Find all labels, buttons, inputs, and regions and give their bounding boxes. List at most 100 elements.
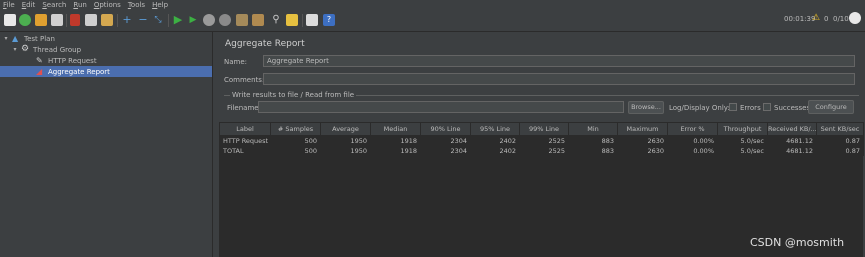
menu-bar: File Edit Search Run Options Tools Help xyxy=(0,0,865,10)
table-cell: 500 xyxy=(270,145,321,156)
table-cell: 1950 xyxy=(320,135,371,146)
column-header[interactable]: Maximum xyxy=(617,122,668,136)
successes-label: Successes xyxy=(774,104,811,112)
column-header[interactable]: Median xyxy=(370,122,421,136)
save-icon[interactable] xyxy=(51,14,63,26)
browse-button[interactable]: Browse... xyxy=(628,101,664,114)
column-header[interactable]: Throughput xyxy=(717,122,768,136)
open-icon[interactable] xyxy=(35,14,47,26)
chevron-down-icon[interactable]: ▾ xyxy=(3,35,9,42)
table-cell: 0.00% xyxy=(667,145,718,156)
column-header[interactable]: 99% Line xyxy=(519,122,569,136)
collapse-icon[interactable]: − xyxy=(137,14,149,26)
errors-label: Errors xyxy=(740,104,761,112)
configure-button[interactable]: Configure xyxy=(808,100,854,114)
menu-run[interactable]: Run xyxy=(73,1,86,9)
menu-file[interactable]: File xyxy=(3,1,15,9)
start-icon[interactable]: ▶ xyxy=(172,14,184,26)
tree-item-label: Test Plan xyxy=(24,34,55,43)
menu-tools[interactable]: Tools xyxy=(128,1,145,9)
menu-edit[interactable]: Edit xyxy=(22,1,36,9)
search-icon[interactable]: ⚲ xyxy=(270,14,282,26)
table-cell: 883 xyxy=(568,145,618,156)
table-cell: 2630 xyxy=(617,135,668,146)
table-cell: 2402 xyxy=(470,135,520,146)
shutdown-icon[interactable] xyxy=(219,14,231,26)
thread-count: 0/10 xyxy=(833,15,849,23)
start-no-pauses-icon[interactable]: ▶ xyxy=(187,14,199,26)
tree-item-http-request[interactable]: ✎ HTTP Request xyxy=(36,55,97,66)
comments-label: Comments: xyxy=(224,76,265,84)
menu-options[interactable]: Options xyxy=(94,1,121,9)
column-header[interactable]: Label xyxy=(219,122,271,136)
column-header[interactable]: Sent KB/sec xyxy=(816,122,864,136)
watermark: CSDN @mosmith xyxy=(750,236,845,249)
table-cell: 0.87 xyxy=(816,145,864,156)
table-cell: 0.00% xyxy=(667,135,718,146)
stop-icon[interactable] xyxy=(203,14,215,26)
help-icon[interactable]: ? xyxy=(323,14,335,26)
table-cell: 2304 xyxy=(420,145,471,156)
comments-field[interactable] xyxy=(263,73,855,85)
menu-search[interactable]: Search xyxy=(42,1,66,9)
table-cell: 883 xyxy=(568,135,618,146)
toolbar-separator xyxy=(302,14,303,27)
toolbar-separator xyxy=(66,14,67,27)
table-row[interactable]: HTTP Request 500 1950 1918 2304 2402 252… xyxy=(219,135,864,146)
toolbar: + − ⤡ ▶ ▶ ⚲ ? 00:01:39 ⚠ 0 0/10 xyxy=(0,10,865,32)
tree-item-aggregate-report[interactable]: ◢ Aggregate Report xyxy=(0,66,212,77)
table-cell: TOTAL xyxy=(219,145,271,156)
clear-icon[interactable] xyxy=(236,14,248,26)
filename-field[interactable] xyxy=(258,101,624,113)
successes-checkbox[interactable] xyxy=(763,103,771,111)
paste-icon[interactable] xyxy=(101,14,113,26)
table-row[interactable]: TOTAL 500 1950 1918 2304 2402 2525 883 2… xyxy=(219,145,864,156)
warning-icon[interactable]: ⚠ xyxy=(812,13,820,23)
table-cell: 2525 xyxy=(519,145,569,156)
table-cell: HTTP Request xyxy=(219,135,271,146)
menu-help[interactable]: Help xyxy=(152,1,168,9)
function-helper-icon[interactable] xyxy=(306,14,318,26)
page-title: Aggregate Report xyxy=(225,39,305,49)
gear-icon: ⚙ xyxy=(21,44,30,54)
table-cell: 4681.12 xyxy=(767,135,817,146)
tree-item-label: Thread Group xyxy=(33,45,82,54)
table-cell: 5.0/sec xyxy=(717,145,768,156)
results-table: Label # Samples Average Median 90% Line … xyxy=(219,122,864,156)
elapsed-time: 00:01:39 xyxy=(784,15,816,23)
name-field[interactable]: Aggregate Report xyxy=(263,55,855,67)
new-icon[interactable] xyxy=(4,14,16,26)
copy-icon[interactable] xyxy=(85,14,97,26)
warning-count: 0 xyxy=(824,15,829,23)
expand-icon[interactable]: + xyxy=(121,14,133,26)
reset-search-icon[interactable] xyxy=(286,14,298,26)
table-cell: 5.0/sec xyxy=(717,135,768,146)
tree-item-label: Aggregate Report xyxy=(48,67,110,76)
tree-item-thread-group[interactable]: ▾ ⚙ Thread Group xyxy=(12,44,81,55)
column-header[interactable]: 95% Line xyxy=(470,122,520,136)
chart-icon: ◢ xyxy=(36,67,43,76)
table-header-row: Label # Samples Average Median 90% Line … xyxy=(219,122,864,136)
templates-icon[interactable] xyxy=(19,14,31,26)
table-cell: 2304 xyxy=(420,135,471,146)
column-header[interactable]: 90% Line xyxy=(420,122,471,136)
toggle-icon[interactable]: ⤡ xyxy=(152,14,164,26)
table-cell: 2630 xyxy=(617,145,668,156)
toolbar-separator xyxy=(117,14,118,27)
errors-checkbox[interactable] xyxy=(729,103,737,111)
column-header[interactable]: Received KB/... xyxy=(767,122,817,136)
column-header[interactable]: # Samples xyxy=(270,122,321,136)
table-cell: 1950 xyxy=(320,145,371,156)
name-label: Name: xyxy=(224,58,248,66)
tree-item-label: HTTP Request xyxy=(48,56,97,65)
column-header[interactable]: Error % xyxy=(667,122,718,136)
column-header[interactable]: Average xyxy=(320,122,371,136)
tree-item-test-plan[interactable]: ▾ ▲ Test Plan xyxy=(3,33,55,44)
column-header[interactable]: Min xyxy=(568,122,618,136)
clear-all-icon[interactable] xyxy=(252,14,264,26)
filename-label: Filename xyxy=(227,104,259,112)
table-cell: 4681.12 xyxy=(767,145,817,156)
chevron-down-icon[interactable]: ▾ xyxy=(12,46,18,53)
log-display-label: Log/Display Only: xyxy=(669,104,730,112)
cut-icon[interactable] xyxy=(70,14,80,26)
